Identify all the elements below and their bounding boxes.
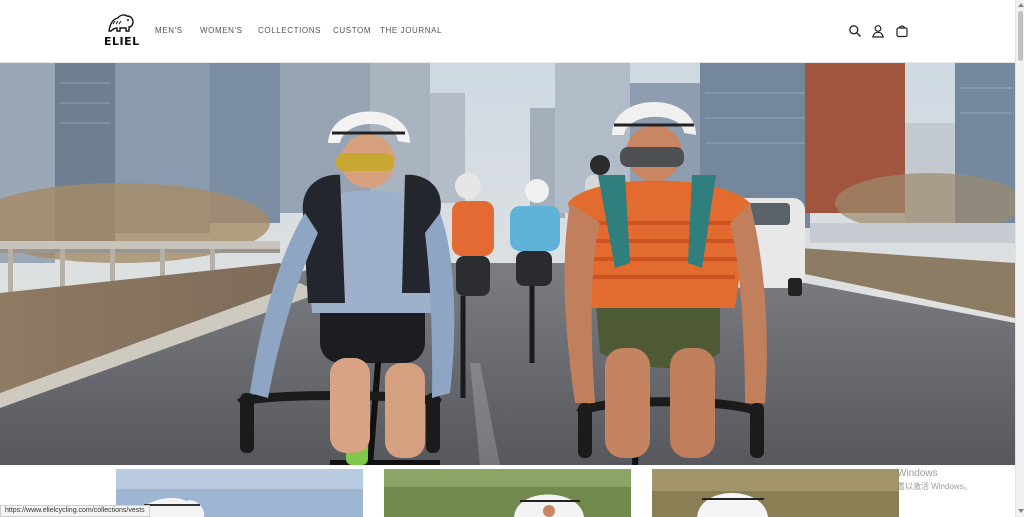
product-grid xyxy=(0,465,1015,517)
brand-name: ELIEL xyxy=(104,35,140,48)
brand-logo[interactable]: ELIEL xyxy=(104,12,140,50)
product-card[interactable] xyxy=(652,469,899,517)
nav-mens[interactable]: MEN'S xyxy=(155,26,183,35)
product-image xyxy=(384,469,631,517)
site-header: ELIEL MEN'S WOMEN'S COLLECTIONS CUSTOM T… xyxy=(0,0,1015,63)
account-icon[interactable] xyxy=(871,24,885,38)
hero-banner[interactable] xyxy=(0,63,1015,465)
nav-the-journal[interactable]: THE JOURNAL xyxy=(380,26,442,35)
cart-icon[interactable] xyxy=(895,24,909,38)
nav-custom[interactable]: CUSTOM xyxy=(333,26,371,35)
hero-image xyxy=(0,63,1015,465)
product-image xyxy=(652,469,899,517)
scroll-down-arrow-icon[interactable] xyxy=(1018,509,1024,513)
product-image xyxy=(116,469,363,517)
scroll-up-arrow-icon[interactable] xyxy=(1018,3,1024,7)
nav-collections[interactable]: COLLECTIONS xyxy=(258,26,321,35)
bear-icon xyxy=(108,14,134,32)
page-scrollbar[interactable] xyxy=(1015,0,1024,517)
search-icon[interactable] xyxy=(848,24,862,38)
activation-watermark: Windows 置以激活 Windows。 xyxy=(897,467,972,493)
product-card[interactable] xyxy=(384,469,631,517)
watermark-subtitle: 置以激活 Windows。 xyxy=(897,482,972,491)
scrollbar-thumb[interactable] xyxy=(1018,11,1023,61)
watermark-title: Windows xyxy=(897,468,938,479)
nav-womens[interactable]: WOMEN'S xyxy=(200,26,243,35)
link-status-bar: https://www.elielcycling.com/collections… xyxy=(0,505,150,517)
product-card[interactable] xyxy=(116,469,363,517)
